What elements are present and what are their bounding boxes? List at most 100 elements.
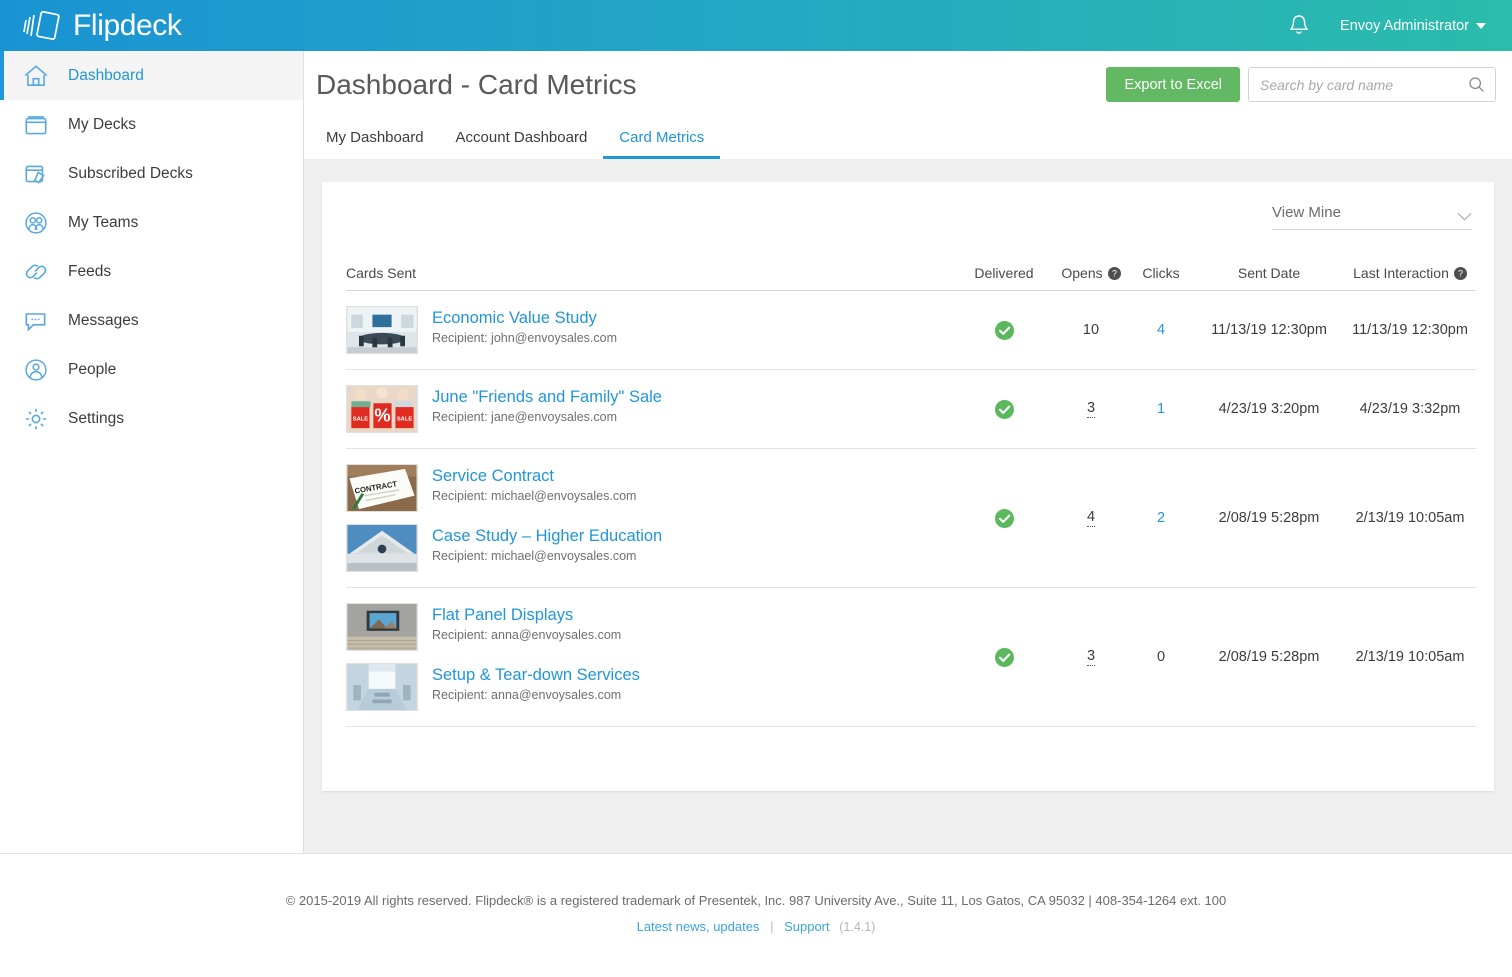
help-icon[interactable]: ? [1107,266,1121,280]
view-filter-dropdown[interactable]: View Mine [1272,204,1472,230]
sent-date-value: 2/08/19 5:28pm [1218,649,1320,665]
brand[interactable]: Flipdeck [22,9,182,43]
tab-card-metrics[interactable]: Card Metrics [603,129,721,159]
sidebar-item-label: Settings [68,409,125,427]
card-recipient: Recipient: jane@envoysales.com [432,409,618,424]
column-header-delivered: Delivered [974,265,1034,281]
svg-text:SALE: SALE [397,417,413,423]
last-interaction-value: 2/13/19 10:05am [1355,649,1465,665]
card-entry[interactable]: SALE % SALE June "Friends and Family" Sa… [346,379,954,439]
card-entry[interactable]: Economic Value Study Recipient: john@env… [346,300,954,360]
home-icon [22,62,50,90]
page-title: Dashboard - Card Metrics [316,69,637,100]
card-thumbnail-university-building [346,524,418,572]
footer-separator: | [770,919,774,934]
table-row: CONTRACT Service Contract Recipient: mic… [346,449,1476,588]
opens-value[interactable]: 3 [1086,400,1096,418]
card-recipient: Recipient: michael@envoysales.com [432,488,637,503]
sidebar-item-people[interactable]: People [0,345,303,394]
card-title-link[interactable]: Economic Value Study [432,308,617,329]
card-recipient: Recipient: anna@envoysales.com [432,687,622,702]
view-filter-label: View Mine [1272,204,1341,221]
gear-icon [22,405,50,433]
card-thumbnail-conference-room [346,306,418,354]
search-input[interactable] [1249,68,1468,101]
table-header-row: Cards Sent Delivered Opens ? Clicks Sent… [346,265,1476,291]
clicks-value[interactable]: 2 [1157,510,1165,526]
main-content: Dashboard - Card Metrics Export to Excel… [304,51,1512,853]
chevron-down-icon [1476,22,1486,29]
card-title-link[interactable]: June "Friends and Family" Sale [432,387,662,408]
card-entry[interactable]: Setup & Tear-down Services Recipient: an… [346,657,954,717]
column-header-cards-sent: Cards Sent [346,265,417,281]
sidebar-item-my-decks[interactable]: My Decks [0,100,303,149]
column-header-clicks: Clicks [1142,265,1180,281]
card-metrics-table: Cards Sent Delivered Opens ? Clicks Sent… [346,265,1476,727]
card-thumbnail-sale-bags: SALE % SALE [346,385,418,433]
support-link[interactable]: Support [784,919,830,934]
sidebar-item-label: My Teams [68,213,139,231]
table-row: Flat Panel Displays Recipient: anna@envo… [346,588,1476,727]
clicks-value[interactable]: 1 [1157,401,1165,417]
check-circle-icon [994,647,1014,667]
delivered-status-badge [954,647,1054,667]
sidebar-item-feeds[interactable]: Feeds [0,247,303,296]
chevron-down-icon [1457,208,1472,221]
latest-news-link[interactable]: Latest news, updates [637,919,760,934]
check-circle-icon [994,399,1014,419]
tab-account-dashboard[interactable]: Account Dashboard [440,129,604,159]
sidebar-item-settings[interactable]: Settings [0,394,303,443]
last-interaction-value: 11/13/19 12:30pm [1352,322,1468,338]
link-chain-icon [22,258,50,286]
message-bubble-icon [22,307,50,335]
card-recipient: Recipient: michael@envoysales.com [432,548,637,563]
column-header-opens: Opens ? [1054,265,1128,281]
table-row: Economic Value Study Recipient: john@env… [346,291,1476,370]
sidebar-item-subscribed-decks[interactable]: Subscribed Decks [0,149,303,198]
svg-text:%: % [374,405,390,425]
user-menu[interactable]: Envoy Administrator [1340,18,1486,34]
check-circle-icon [994,508,1014,528]
svg-text:?: ? [1112,268,1117,278]
search-icon[interactable] [1468,76,1485,93]
card-title-link[interactable]: Case Study – Higher Education [432,526,662,547]
card-entry[interactable]: Case Study – Higher Education Recipient:… [346,518,954,578]
export-to-excel-button[interactable]: Export to Excel [1106,67,1240,102]
column-header-sent-date: Sent Date [1237,265,1301,281]
svg-text:SALE: SALE [353,417,369,423]
sidebar: Dashboard My Decks Subscribed Decks My T… [0,51,304,853]
column-header-last-interaction: Last Interaction ? [1344,265,1476,281]
tab-my-dashboard[interactable]: My Dashboard [316,129,440,159]
person-icon [22,356,50,384]
card-title-link[interactable]: Flat Panel Displays [432,605,621,626]
sidebar-item-my-teams[interactable]: My Teams [0,198,303,247]
sent-date-value: 2/08/19 5:28pm [1218,510,1320,526]
opens-value[interactable]: 3 [1086,648,1096,666]
sidebar-item-label: My Decks [68,115,137,133]
card-title-link[interactable]: Service Contract [432,466,636,487]
card-title-link[interactable]: Setup & Tear-down Services [432,665,640,686]
card-entry[interactable]: CONTRACT Service Contract Recipient: mic… [346,458,954,518]
opens-value[interactable]: 4 [1086,509,1096,527]
bell-icon[interactable] [1288,13,1310,38]
card-thumbnail-flat-panel-tv [346,603,418,651]
sidebar-item-messages[interactable]: Messages [0,296,303,345]
delivered-status-badge [954,320,1054,340]
sent-date-value: 4/23/19 3:20pm [1218,401,1320,417]
opens-value: 10 [1082,322,1100,338]
help-icon[interactable]: ? [1453,266,1467,280]
flipdeck-cards-logo-icon [22,9,62,43]
card-entry[interactable]: Flat Panel Displays Recipient: anna@envo… [346,597,954,657]
clicks-value[interactable]: 4 [1157,322,1165,338]
sidebar-item-label: Dashboard [68,66,144,84]
sidebar-item-dashboard[interactable]: Dashboard [0,51,303,100]
delivered-status-badge [954,508,1054,528]
team-icon [22,209,50,237]
card-recipient: Recipient: john@envoysales.com [432,330,618,345]
page-footer: © 2015-2019 All rights reserved. Flipdec… [0,853,1512,977]
sidebar-item-label: Messages [68,311,139,329]
sidebar-item-label: Feeds [68,262,112,280]
search-box[interactable] [1248,67,1496,102]
last-interaction-value: 4/23/19 3:32pm [1359,401,1461,417]
card-thumbnail-event-hall [346,663,418,711]
